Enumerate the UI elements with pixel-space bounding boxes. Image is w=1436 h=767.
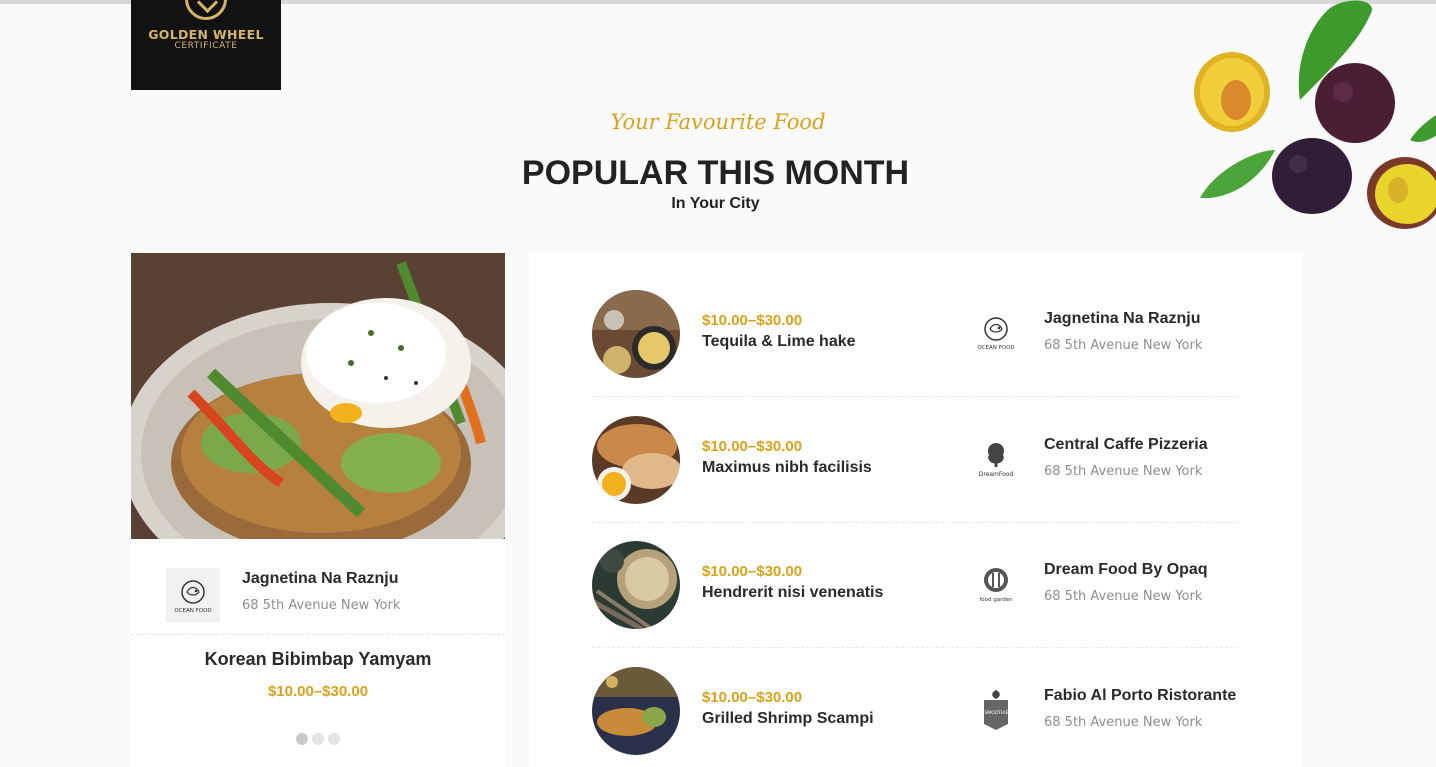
logo-caption: THE SMOOTHIE CO. bbox=[973, 710, 1018, 716]
dish-thumbnail[interactable] bbox=[592, 541, 680, 629]
smoothie-co-logo-icon[interactable]: THE SMOOTHIE CO. bbox=[972, 686, 1020, 734]
featured-restaurant-logo[interactable]: OCEAN FOOD bbox=[166, 568, 220, 622]
dish-thumbnail[interactable] bbox=[592, 667, 680, 755]
dish-name[interactable]: Hendrerit nisi venenatis bbox=[702, 584, 883, 602]
restaurant-address: 68 5th Avenue New York bbox=[1044, 715, 1203, 730]
golden-wheel-certificate-badge[interactable]: GOLDEN WHEEL CERTIFICATE bbox=[131, 0, 281, 90]
certificate-subtitle: CERTIFICATE bbox=[174, 41, 238, 51]
ocean-food-logo-icon: OCEAN FOOD bbox=[174, 580, 212, 614]
logo-caption: DreamFood bbox=[979, 471, 1014, 478]
section-title: POPULAR THIS MONTH bbox=[521, 154, 910, 192]
featured-dish-card[interactable]: OCEAN FOOD Jagnetina Na Raznju 68 5th Av… bbox=[131, 253, 505, 767]
certificate-title: GOLDEN WHEEL bbox=[148, 27, 264, 42]
featured-dish-price: $10.00–$30.00 bbox=[267, 683, 369, 700]
dish-price: $10.00–$30.00 bbox=[702, 689, 803, 706]
restaurant-name[interactable]: Fabio Al Porto Ristorante bbox=[1044, 687, 1236, 705]
dreamfood-logo-icon[interactable]: DreamFood bbox=[972, 435, 1020, 483]
popular-dishes-list: $10.00–$30.00 Tequila & Lime hake OCEAN … bbox=[529, 253, 1301, 767]
logo-caption: OCEAN FOOD bbox=[977, 345, 1014, 351]
dish-thumbnail[interactable] bbox=[592, 416, 680, 504]
divider bbox=[131, 634, 505, 635]
ocean-food-logo-icon[interactable]: OCEAN FOOD bbox=[972, 309, 1020, 357]
certificate-emblem-icon bbox=[185, 0, 227, 20]
restaurant-name[interactable]: Jagnetina Na Raznju bbox=[1044, 310, 1200, 328]
section-subtitle: In Your City bbox=[671, 195, 760, 212]
food-garden-logo-icon[interactable]: food garden bbox=[972, 560, 1020, 608]
carousel-dot-1[interactable] bbox=[296, 733, 308, 745]
carousel-dot-3[interactable] bbox=[328, 733, 340, 745]
restaurant-address: 68 5th Avenue New York bbox=[1044, 464, 1203, 479]
featured-dish-photo[interactable] bbox=[131, 253, 505, 539]
dish-price: $10.00–$30.00 bbox=[702, 312, 803, 329]
dish-price: $10.00–$30.00 bbox=[702, 438, 803, 455]
carousel-dot-2[interactable] bbox=[312, 733, 324, 745]
logo-caption: food garden bbox=[979, 597, 1013, 603]
list-item[interactable]: $10.00–$30.00 Tequila & Lime hake OCEAN … bbox=[592, 253, 1238, 397]
dish-name[interactable]: Grilled Shrimp Scampi bbox=[702, 710, 874, 728]
featured-dish-name[interactable]: Korean Bibimbap Yamyam bbox=[131, 649, 505, 670]
dish-name[interactable]: Tequila & Lime hake bbox=[702, 333, 856, 351]
dish-thumbnail[interactable] bbox=[592, 290, 680, 378]
featured-restaurant-address: 68 5th Avenue New York bbox=[242, 598, 401, 613]
restaurant-name[interactable]: Central Caffe Pizzeria bbox=[1044, 436, 1208, 454]
dish-price: $10.00–$30.00 bbox=[702, 563, 803, 580]
list-item[interactable]: $10.00–$30.00 Hendrerit nisi venenatis f… bbox=[592, 504, 1238, 648]
restaurant-address: 68 5th Avenue New York bbox=[1044, 338, 1203, 353]
list-item[interactable]: $10.00–$30.00 Grilled Shrimp Scampi THE … bbox=[592, 630, 1238, 755]
section-tagline: Your Favourite Food bbox=[610, 110, 826, 134]
restaurant-address: 68 5th Avenue New York bbox=[1044, 589, 1203, 604]
carousel-pagination bbox=[296, 730, 356, 745]
restaurant-name[interactable]: Dream Food By Opaq bbox=[1044, 561, 1208, 579]
featured-restaurant-name[interactable]: Jagnetina Na Raznju bbox=[242, 570, 398, 588]
list-item[interactable]: $10.00–$30.00 Maximus nibh facilisis Dre… bbox=[592, 379, 1238, 523]
dish-name[interactable]: Maximus nibh facilisis bbox=[702, 459, 872, 477]
featured-logo-caption: OCEAN FOOD bbox=[174, 608, 211, 614]
